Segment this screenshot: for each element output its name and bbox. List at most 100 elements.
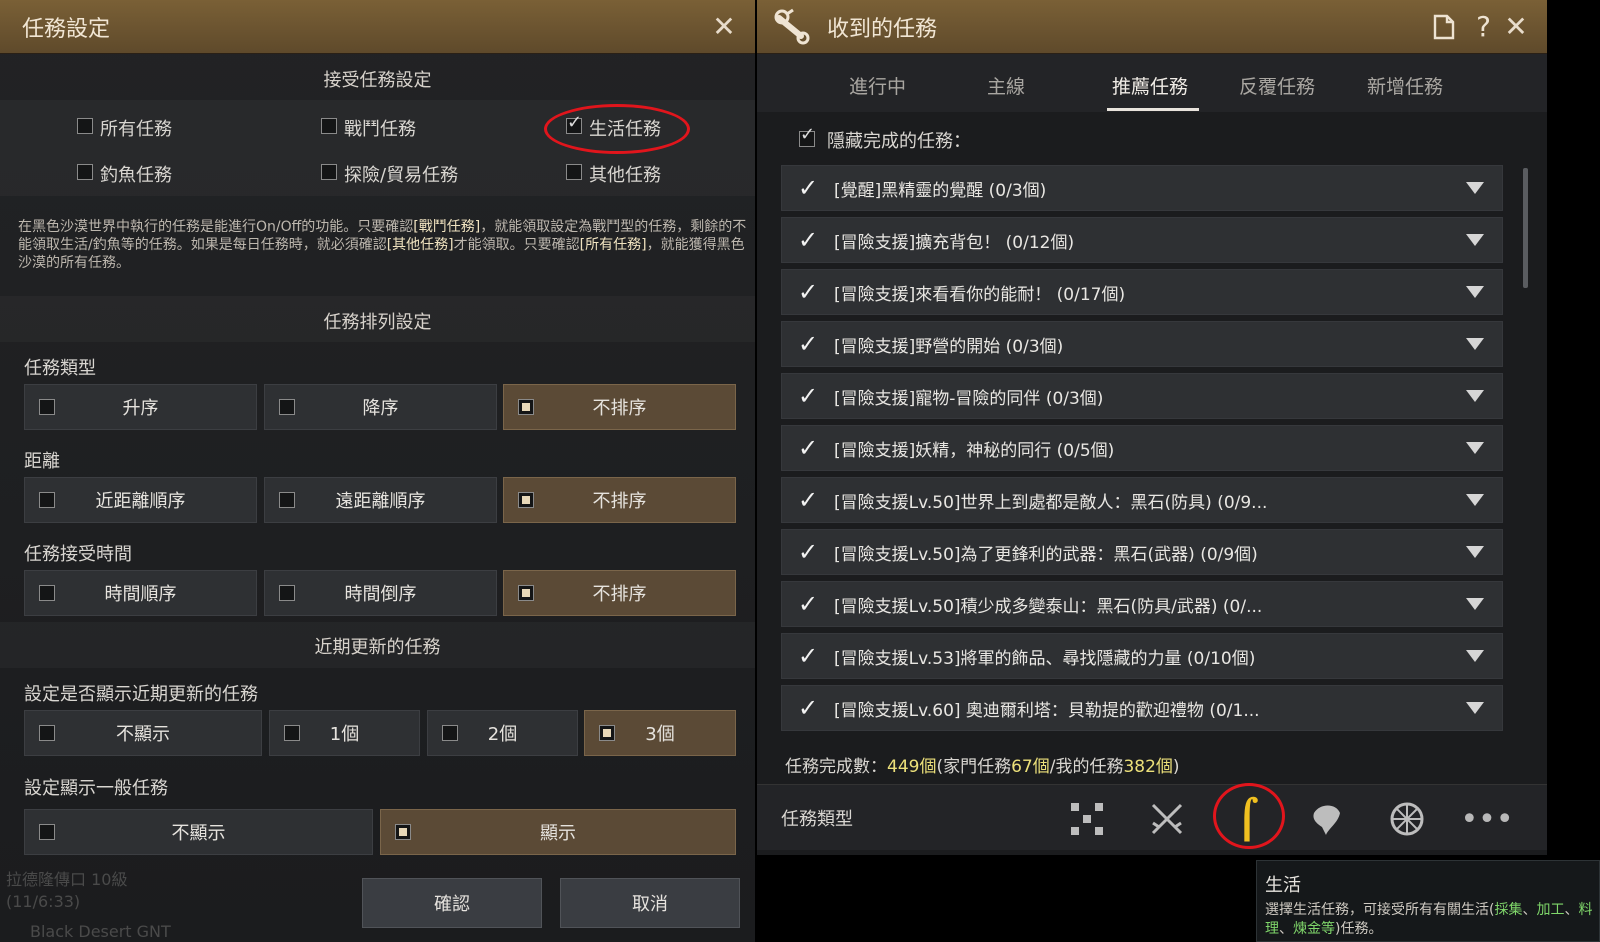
sort-ascending-option[interactable]: 升序 [24, 384, 257, 430]
hide-completed-label: 隱藏完成的任務： [827, 131, 971, 152]
tab-recommended[interactable]: 推薦任務 [1112, 72, 1188, 99]
check-icon: ✓ [798, 694, 819, 722]
help-icon[interactable]: ? [1476, 10, 1491, 43]
recent-quests-header: 近期更新的任務 [314, 637, 441, 658]
cancel-button[interactable]: 取消 [560, 878, 740, 928]
time-reverse-option[interactable]: 時間倒序 [264, 570, 497, 616]
expand-arrow-icon[interactable] [1466, 598, 1484, 610]
quest-settings-panel: 任務設定 ✕ 接受任務設定 所有任務 戰鬥任務 ✓ 生活任務 釣魚任務 探險/貿… [0, 0, 755, 942]
expand-arrow-icon[interactable] [1466, 234, 1484, 246]
accept-time-label: 任務接受時間 [24, 544, 132, 565]
tab-main[interactable]: 主線 [987, 72, 1025, 99]
combat-quests-checkbox[interactable] [321, 118, 337, 134]
expand-arrow-icon[interactable] [1466, 442, 1484, 454]
normal-hide-option[interactable]: 不顯示 [24, 809, 373, 855]
expand-arrow-icon[interactable] [1466, 390, 1484, 402]
explore-trade-quests-checkbox[interactable] [321, 164, 337, 180]
expand-arrow-icon[interactable] [1466, 702, 1484, 714]
expand-arrow-icon[interactable] [1466, 494, 1484, 506]
highlight-ring [544, 104, 690, 154]
quests-titlebar: 收到的任務 ? ✕ [757, 0, 1547, 54]
check-icon: ✓ [798, 330, 819, 358]
tooltip-title: 生活 [1265, 875, 1301, 896]
close-icon[interactable]: ✕ [709, 12, 739, 42]
time-no-sort-option[interactable]: 不排序 [503, 570, 736, 616]
near-first-option[interactable]: 近距離順序 [24, 477, 257, 523]
quest-row[interactable]: ✓ [冒險支援]寵物-冒險的同伴 (0/3個) [781, 373, 1503, 419]
accept-settings-header: 接受任務設定 [323, 70, 432, 91]
expand-arrow-icon[interactable] [1466, 286, 1484, 298]
accept-description: 在黑色沙漠世界中執行的任務是能進行On/Off的功能。只要確認[戰鬥任務]，就能… [18, 219, 747, 271]
check-icon: ✓ [798, 590, 819, 618]
quest-row[interactable]: ✓ [冒險支援]擴充背包！ (0/12個) [781, 217, 1503, 263]
more-icon[interactable]: ••• [1460, 799, 1513, 839]
expand-arrow-icon[interactable] [1466, 182, 1484, 194]
checkmark-icon: ✓ [800, 124, 816, 145]
settings-titlebar: 任務設定 ✕ [0, 0, 755, 54]
distance-no-sort-option[interactable]: 不排序 [503, 477, 736, 523]
quest-row[interactable]: ✓ [冒險支援Lv.50]世界上到處都是敵人：黑石(防具) (0/9... [781, 477, 1503, 523]
highlight-ring [1213, 783, 1285, 849]
background-text: (11/6:33) [6, 892, 81, 911]
check-icon: ✓ [798, 278, 819, 306]
check-icon: ✓ [798, 434, 819, 462]
settings-title: 任務設定 [22, 16, 111, 42]
tab-repeat[interactable]: 反覆任務 [1239, 72, 1315, 99]
check-icon: ✓ [798, 226, 819, 254]
all-quests-label: 所有任務 [100, 119, 172, 140]
received-quests-title: 收到的任務 [827, 16, 938, 42]
combat-quests-label: 戰鬥任務 [344, 119, 416, 140]
all-types-icon[interactable] [1067, 799, 1107, 839]
expand-arrow-icon[interactable] [1466, 546, 1484, 558]
quest-row[interactable]: ✓ [冒險支援Lv.60] 奧迪爾利塔：貝勒提的歡迎禮物 (0/1... [781, 685, 1503, 731]
received-quests-panel: 收到的任務 ? ✕ 進行中 主線 推薦任務 反覆任務 新增任務 ✓ 隱藏完成的任… [757, 0, 1547, 855]
sort-descending-option[interactable]: 降序 [264, 384, 497, 430]
recent-one-option[interactable]: 1個 [269, 710, 420, 756]
quest-row[interactable]: ✓ [冒險支援]來看看你的能耐！ (0/17個) [781, 269, 1503, 315]
normal-display-label: 設定顯示一般任務 [24, 778, 168, 799]
tab-new[interactable]: 新增任務 [1367, 72, 1443, 99]
recent-hide-option[interactable]: 不顯示 [24, 710, 262, 756]
quest-type-footer-label: 任務類型 [781, 809, 853, 830]
quest-list-scrollbar[interactable] [1523, 168, 1528, 288]
check-icon: ✓ [798, 642, 819, 670]
type-no-sort-option[interactable]: 不排序 [503, 384, 736, 430]
quest-row[interactable]: ✓ [冒險支援Lv.53]將軍的飾品、尋找隱藏的力量 (0/10個) [781, 633, 1503, 679]
normal-show-option[interactable]: 顯示 [380, 809, 736, 855]
quest-row[interactable]: ✓ [冒險支援]妖精，神秘的同行 (0/5個) [781, 425, 1503, 471]
quest-row[interactable]: ✓ [覺醒]黑精靈的覺醒 (0/3個) [781, 165, 1503, 211]
tooltip-text: 選擇生活任務，可接受所有有關生活(採集、加工、料理、煉金等)任務。 [1265, 902, 1593, 937]
sort-settings-header: 任務排列設定 [323, 312, 432, 333]
other-quests-checkbox[interactable] [566, 164, 582, 180]
other-quests-label: 其他任務 [589, 165, 661, 186]
background-text: Black Desert GNT [30, 922, 171, 941]
combat-icon[interactable] [1147, 799, 1187, 839]
all-quests-checkbox[interactable] [77, 118, 93, 134]
explore-trade-quests-label: 探險/貿易任務 [344, 165, 459, 186]
distance-label: 距離 [24, 451, 60, 472]
fishing-icon[interactable] [1307, 799, 1347, 839]
life-tooltip: 生活 選擇生活任務，可接受所有有關生活(採集、加工、料理、煉金等)任務。 [1256, 860, 1600, 942]
fishing-quests-checkbox[interactable] [77, 164, 93, 180]
check-icon: ✓ [798, 174, 819, 202]
time-order-option[interactable]: 時間順序 [24, 570, 257, 616]
fishing-quests-label: 釣魚任務 [100, 165, 172, 186]
close-icon[interactable]: ✕ [1501, 12, 1531, 42]
check-icon: ✓ [798, 486, 819, 514]
far-first-option[interactable]: 遠距離順序 [264, 477, 497, 523]
quest-row[interactable]: ✓ [冒險支援Lv.50]積少成多變泰山：黑石(防具/武器) (0/... [781, 581, 1503, 627]
expand-arrow-icon[interactable] [1466, 338, 1484, 350]
explore-icon[interactable] [1387, 799, 1427, 839]
tab-in-progress[interactable]: 進行中 [849, 72, 906, 99]
completion-count: 任務完成數：449個(家門任務67個/我的任務382個) [785, 757, 1180, 777]
document-icon[interactable] [1433, 14, 1455, 44]
recent-three-option[interactable]: 3個 [584, 710, 736, 756]
recent-two-option[interactable]: 2個 [427, 710, 578, 756]
background-text: 拉德隆傳口 10級 [6, 870, 128, 889]
quest-row[interactable]: ✓ [冒險支援]野營的開始 (0/3個) [781, 321, 1503, 367]
expand-arrow-icon[interactable] [1466, 650, 1484, 662]
quest-row[interactable]: ✓ [冒險支援Lv.50]為了更鋒利的武器：黑石(武器) (0/9個) [781, 529, 1503, 575]
check-icon: ✓ [798, 382, 819, 410]
confirm-button[interactable]: 確認 [362, 878, 542, 928]
quest-type-label: 任務類型 [24, 358, 96, 379]
